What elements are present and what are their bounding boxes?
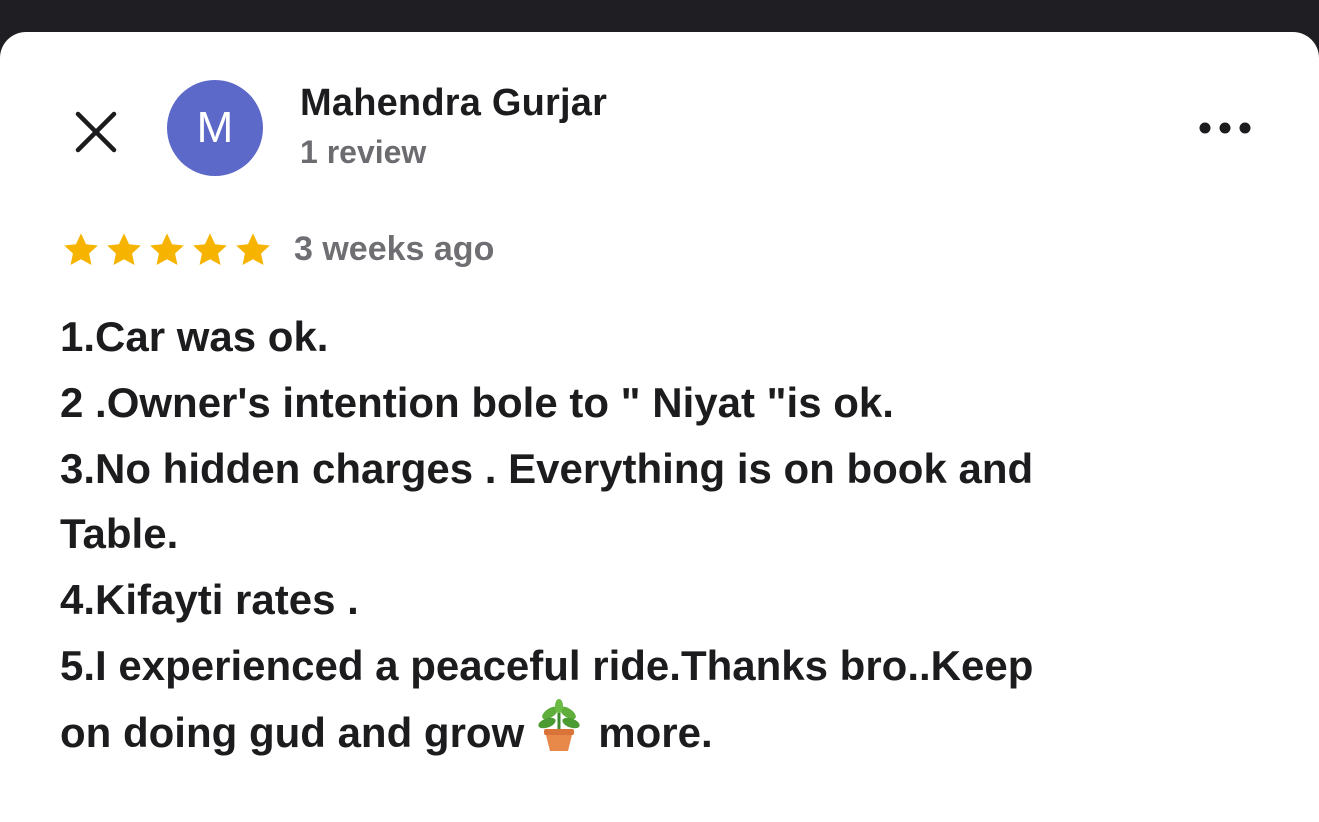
review-count: 1 review: [300, 134, 427, 170]
star-icon: [150, 233, 184, 266]
review-line: 3.No hidden charges . Everything is on b…: [60, 444, 1034, 492]
review-sheet: M Mahendra Gurjar 1 review 3 weeks ago 1…: [0, 32, 1319, 822]
close-button[interactable]: [70, 106, 122, 158]
potted-plant-icon: [532, 698, 586, 772]
avatar[interactable]: M: [167, 80, 263, 176]
review-line: Table.: [60, 510, 179, 558]
star-icon: [107, 233, 141, 266]
review-line: 2 .Owner's intention bole to " Niyat "is…: [60, 378, 894, 426]
review-line: 4.Kifayti rates .: [60, 576, 359, 624]
review-line: 5.I experienced a peaceful ride.Thanks b…: [60, 641, 1034, 689]
review-line-last: on doing gud and grow more.: [60, 698, 1260, 772]
review-line-text: on doing gud and grow: [60, 708, 525, 756]
star-icon: [64, 233, 98, 266]
more-options-button[interactable]: [1194, 108, 1256, 148]
reviewer-name[interactable]: Mahendra Gurjar: [300, 82, 607, 125]
review-date: 3 weeks ago: [294, 230, 495, 268]
review-line-text: more.: [598, 708, 713, 756]
review-line: 1.Car was ok.: [60, 313, 329, 360]
star-icon: [236, 233, 270, 266]
star-rating: [60, 228, 274, 272]
more-options-icon: [1199, 122, 1251, 134]
star-icon: [193, 233, 227, 266]
review-text: 1.Car was ok. 2 .Owner's intention bole …: [60, 304, 1260, 772]
close-icon: [75, 111, 117, 153]
